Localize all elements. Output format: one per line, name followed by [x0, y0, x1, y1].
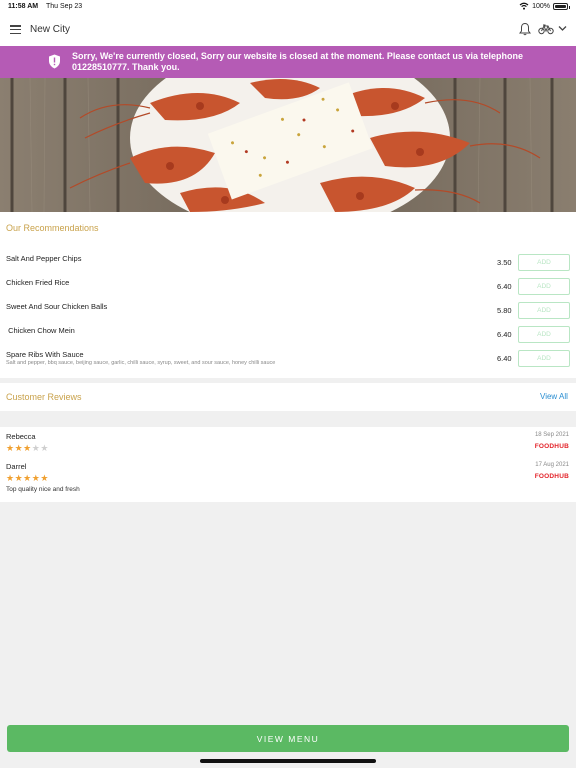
add-button[interactable]: ADD	[518, 302, 570, 319]
review-date: 18 Sep 2021	[534, 432, 569, 438]
alert-shield-icon	[49, 54, 60, 69]
menu-item-price: 6.40	[497, 282, 512, 291]
menu-item-name: Chicken Fried Rice	[6, 278, 70, 287]
review-date: 17 Aug 2021	[535, 462, 569, 468]
star-icon: ★	[40, 443, 49, 453]
star-icon: ★	[23, 473, 32, 483]
wifi-icon	[519, 2, 529, 10]
menu-item: Chicken Chow Mein 6.40 ADD	[0, 326, 576, 348]
status-date: Thu Sep 23	[46, 3, 83, 10]
star-rating: ★★★★★	[6, 444, 49, 453]
status-time: 11:58 AM	[8, 3, 39, 10]
foodhub-logo: FOODHUB	[534, 443, 569, 450]
status-right: 100%	[519, 2, 570, 10]
review-item: Darrel ★★★★★ 17 Aug 2021 FOODHUB Top qua…	[0, 462, 576, 493]
menu-item-price: 5.80	[497, 306, 512, 315]
home-indicator	[200, 759, 376, 763]
bike-icon[interactable]	[538, 23, 554, 35]
star-icon: ★	[6, 443, 15, 453]
foodhub-logo: FOODHUB	[534, 473, 569, 480]
star-icon: ★	[6, 473, 15, 483]
reviews-title: Customer Reviews	[6, 392, 82, 402]
recommendations-title: Our Recommendations	[6, 223, 99, 233]
menu-item-name: Spare Ribs With Sauce	[6, 350, 84, 359]
star-icon: ★	[40, 473, 49, 483]
view-menu-button[interactable]: VIEW MENU	[7, 725, 569, 752]
app-header: New City	[0, 14, 576, 46]
chevron-down-icon[interactable]	[558, 25, 567, 32]
bell-icon[interactable]	[519, 22, 531, 36]
hero-image	[0, 78, 576, 212]
menu-item-price: 6.40	[497, 330, 512, 339]
reviewer-name: Darrel	[6, 462, 27, 471]
menu-item-name: Sweet And Sour Chicken Balls	[6, 302, 108, 311]
menu-item: Sweet And Sour Chicken Balls 5.80 ADD	[0, 302, 576, 324]
review-item: Rebecca ★★★★★ 18 Sep 2021 FOODHUB	[0, 432, 576, 462]
menu-item-price: 3.50	[497, 258, 512, 267]
menu-item-name: Chicken Chow Mein	[6, 326, 75, 335]
view-all-link[interactable]: View All	[540, 392, 568, 401]
menu-item: Salt And Pepper Chips 3.50 ADD	[0, 254, 576, 276]
battery-icon	[553, 2, 570, 10]
add-button[interactable]: ADD	[518, 350, 570, 367]
battery-percent: 100%	[532, 2, 550, 10]
recommendations-section: Our Recommendations Salt And Pepper Chip…	[0, 212, 576, 378]
add-button[interactable]: ADD	[518, 326, 570, 343]
reviewer-name: Rebecca	[6, 432, 36, 441]
reviews-list: Rebecca ★★★★★ 18 Sep 2021 FOODHUB Darrel…	[0, 427, 576, 502]
add-button[interactable]: ADD	[518, 278, 570, 295]
review-text: Top quality nice and fresh	[6, 486, 80, 493]
banner-message: Sorry, We're currently closed, Sorry our…	[72, 51, 523, 72]
hero-food-photo	[0, 78, 576, 212]
star-rating: ★★★★★	[6, 474, 49, 483]
menu-item-name: Salt And Pepper Chips	[6, 254, 82, 263]
add-button[interactable]: ADD	[518, 254, 570, 271]
battery-fill	[555, 4, 566, 8]
menu-item: Chicken Fried Rice 6.40 ADD	[0, 278, 576, 300]
reviews-header: Customer Reviews View All	[0, 383, 576, 411]
star-icon: ★	[14, 473, 24, 483]
header-title: New City	[30, 24, 71, 35]
menu-item: Spare Ribs With Sauce Salt and pepper, b…	[0, 350, 576, 372]
menu-item-description: Salt and pepper, bbq sauce, beijing sauc…	[6, 360, 276, 366]
star-icon: ★	[14, 443, 24, 453]
star-icon: ★	[23, 443, 32, 453]
menu-item-price: 6.40	[497, 354, 512, 363]
menu-icon[interactable]	[10, 25, 21, 34]
status-bar: 11:58 AM Thu Sep 23 100%	[0, 0, 576, 14]
closed-banner: Sorry, We're currently closed, Sorry our…	[0, 46, 576, 78]
